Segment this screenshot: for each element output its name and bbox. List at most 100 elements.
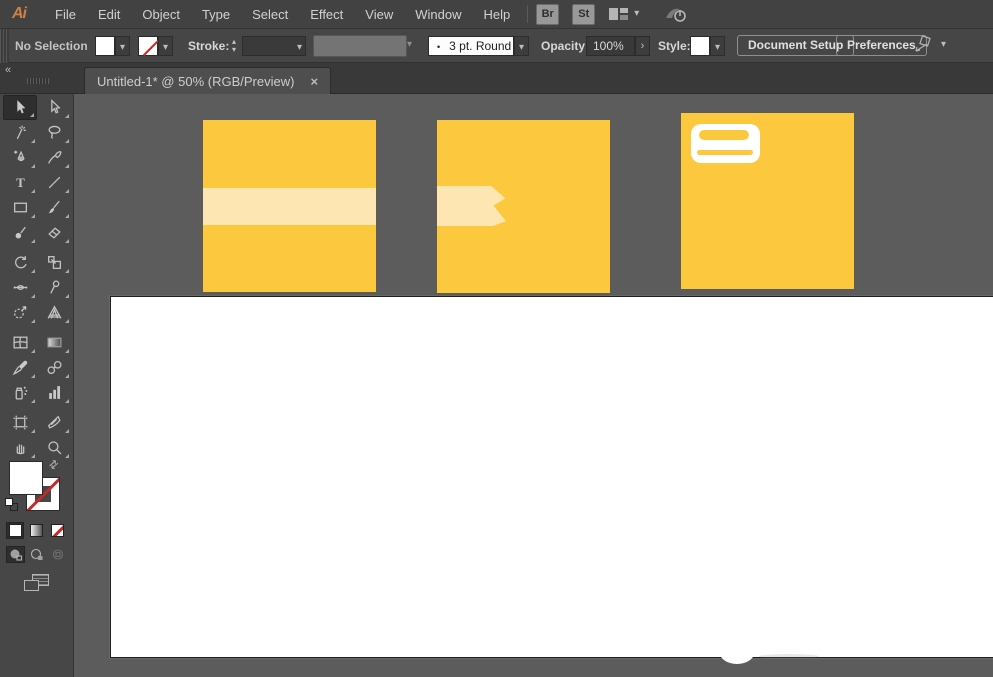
collapse-panel-button[interactable]: « (5, 64, 11, 76)
style-dropdown[interactable]: ▾ (710, 36, 725, 56)
tool-panel-grip[interactable] (27, 78, 49, 84)
screen-mode-button[interactable] (24, 574, 50, 594)
lasso-icon (48, 125, 60, 139)
tool-direct-selection[interactable] (37, 95, 71, 120)
stroke-color-dropdown[interactable]: ▾ (158, 36, 173, 56)
menu-object[interactable]: Object (131, 0, 191, 29)
default-fill-stroke-button[interactable] (5, 498, 19, 512)
document-tab-title: Untitled-1* @ 50% (RGB/Preview) (97, 73, 295, 89)
stroke-weight-stepper[interactable]: ▴ ▾ (228, 36, 240, 56)
pencil-icon (47, 150, 62, 164)
opacity-input[interactable]: 100% (586, 36, 635, 56)
artboard[interactable] (110, 296, 993, 664)
tool-line-segment[interactable] (37, 170, 71, 195)
swap-fill-stroke-icon[interactable]: ⇄ (46, 457, 62, 472)
artwork-card-badge[interactable] (681, 113, 854, 289)
draw-behind-button[interactable] (27, 546, 46, 563)
artwork-circle-bump[interactable] (720, 642, 754, 664)
tool-column-graph[interactable] (37, 380, 71, 405)
menu-separator (527, 5, 529, 23)
menu-view[interactable]: View (354, 0, 404, 29)
menu-select[interactable]: Select (241, 0, 299, 29)
bridge-button[interactable]: Br (536, 3, 560, 25)
menu-effect[interactable]: Effect (299, 0, 354, 29)
artwork-card-ribbon[interactable] (437, 120, 610, 293)
tool-type[interactable]: T (3, 170, 37, 195)
color-mode-button[interactable] (6, 522, 24, 539)
tool-gradient[interactable] (37, 330, 71, 355)
style-label: Style: (658, 39, 691, 53)
fill-color-swatch[interactable] (95, 36, 115, 56)
badge-bar-slot (697, 150, 753, 155)
tool-selection[interactable] (3, 95, 37, 120)
default-fill-mini (5, 498, 13, 506)
transform-options-button[interactable]: ▾ (913, 35, 946, 55)
type-icon: T (16, 176, 25, 190)
tool-scale[interactable] (37, 250, 71, 275)
scale-icon (47, 256, 61, 269)
zoom-icon (47, 441, 61, 455)
tool-blob-brush[interactable] (3, 220, 37, 245)
tool-shape-builder[interactable] (3, 300, 37, 325)
opacity-expand-button[interactable]: › (635, 36, 650, 56)
tool-magic-wand[interactable] (3, 120, 37, 145)
brush-preview-disabled (313, 35, 407, 57)
tool-free-transform[interactable] (37, 275, 71, 300)
tool-pen[interactable] (3, 145, 37, 170)
menu-window[interactable]: Window (404, 0, 472, 29)
card-ribbon-accent[interactable] (437, 186, 506, 226)
tool-rotate[interactable] (3, 250, 37, 275)
fill-proxy-swatch[interactable] (9, 461, 43, 495)
tool-grid: T (3, 95, 71, 460)
tool-width[interactable] (3, 275, 37, 300)
symbol-sprayer-icon (15, 386, 27, 400)
pasteboard[interactable] (74, 94, 993, 677)
tool-lasso[interactable] (37, 120, 71, 145)
stroke-label: Stroke: (188, 39, 230, 53)
app-logo-icon: Ai (12, 5, 27, 22)
cs-live-button[interactable] (663, 4, 693, 24)
mesh-icon (12, 336, 28, 349)
rectangle-icon (13, 202, 27, 213)
panel-grip[interactable] (0, 29, 9, 63)
none-mode-button[interactable] (48, 522, 66, 539)
chevron-down-icon: ▾ (407, 39, 413, 50)
tool-paintbrush[interactable] (37, 195, 71, 220)
tool-pencil[interactable] (37, 145, 71, 170)
gradient-mode-button[interactable] (27, 522, 45, 539)
tool-slice[interactable] (37, 410, 71, 435)
brush-preset-dropdown[interactable]: • 3 pt. Round (428, 36, 514, 56)
draw-normal-button[interactable] (6, 546, 25, 563)
tool-blend[interactable] (37, 355, 71, 380)
menu-help[interactable]: Help (472, 0, 521, 29)
card-badge-accent[interactable] (691, 124, 760, 163)
card-stripe-accent[interactable] (203, 188, 376, 225)
tool-eyedropper[interactable] (3, 355, 37, 380)
draw-inside-button[interactable] (48, 546, 67, 563)
stroke-weight-dropdown[interactable]: ▾ (242, 36, 306, 56)
shape-builder-icon (13, 306, 26, 319)
artwork-card-stripe[interactable] (203, 120, 376, 292)
workspace-switcher-button[interactable]: ▾ (609, 7, 639, 21)
close-tab-icon[interactable]: × (310, 74, 318, 89)
style-button[interactable]: St (572, 3, 596, 25)
menu-type[interactable]: Type (191, 0, 241, 29)
hand-icon (16, 444, 24, 455)
tool-eraser[interactable] (37, 220, 71, 245)
fill-color-dropdown[interactable]: ▾ (115, 36, 130, 56)
stepper-down-icon[interactable]: ▾ (228, 46, 240, 54)
tool-perspective-grid[interactable] (37, 300, 71, 325)
tool-symbol-sprayer[interactable] (3, 380, 37, 405)
tool-mesh[interactable] (3, 330, 37, 355)
menu-file[interactable]: File (44, 0, 87, 29)
style-swatch[interactable] (690, 36, 710, 56)
brush-preset-chevron[interactable]: ▾ (514, 36, 529, 56)
menu-edit[interactable]: Edit (87, 0, 131, 29)
line-segment-icon (48, 176, 60, 189)
stroke-color-swatch[interactable] (138, 36, 162, 57)
selection-icon (16, 100, 25, 114)
document-tab[interactable]: Untitled-1* @ 50% (RGB/Preview) × (84, 67, 332, 94)
control-bar: No Selection ▾ ▾ Stroke: ▴ ▾ ▾ ▾ • 3 pt. … (0, 29, 993, 63)
tool-rectangle[interactable] (3, 195, 37, 220)
tool-artboard[interactable] (3, 410, 37, 435)
